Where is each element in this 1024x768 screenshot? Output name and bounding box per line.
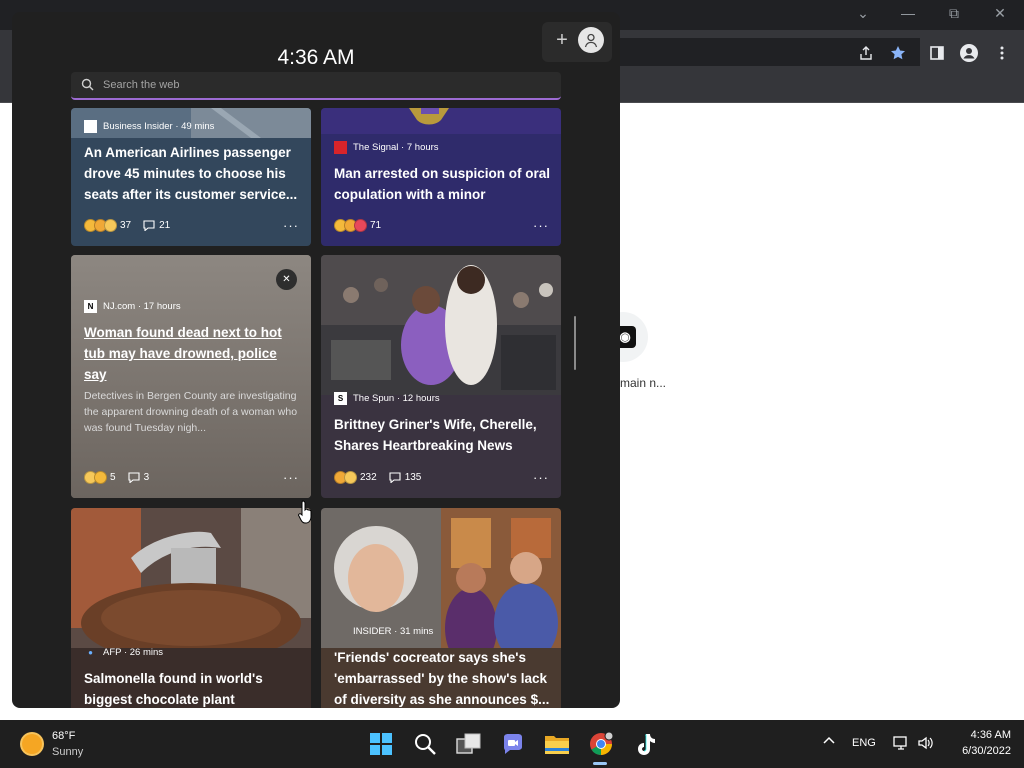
chrome-icon[interactable] [586,729,616,759]
chrome-menu-icon[interactable] [991,42,1013,64]
weather-temperature[interactable]: 68°F [52,730,75,742]
taskbar-clock-time[interactable]: 4:36 AM [955,729,1011,741]
teams-chat-icon[interactable] [498,729,528,759]
comment-icon [389,471,401,483]
card-source: S The Spun · 12 hours [334,391,440,405]
card-headline[interactable]: An American Airlines passenger drove 45 … [84,142,302,205]
card-headline[interactable]: Woman found dead next to hot tub may hav… [84,322,302,385]
weather-condition[interactable]: Sunny [52,746,83,758]
share-icon[interactable] [855,42,877,64]
card-headline[interactable]: Brittney Griner's Wife, Cherelle, Shares… [334,414,552,456]
more-options-button[interactable]: ··· [533,218,549,233]
file-explorer-icon[interactable] [542,729,572,759]
widgets-panel: 4:36 AM + Business Insider · 49 mins An … [12,12,620,708]
widgets-clock: 4:36 AM [277,46,355,69]
comment-button[interactable]: 21 [143,220,170,231]
comment-button[interactable]: 135 [389,471,421,483]
dismiss-card-button[interactable]: ✕ [276,269,297,290]
reaction-bar[interactable]: 37 21 [84,217,170,233]
afp-logo: ● [88,647,93,657]
card-headline[interactable]: Salmonella found in world's biggest choc… [84,668,302,708]
comment-icon [128,471,140,483]
card-image [321,108,561,134]
show-hidden-icons-icon[interactable] [822,734,836,751]
news-card[interactable]: S The Spun · 12 hours Brittney Griner's … [321,255,561,498]
card-headline[interactable]: 'Friends' cocreator says she's 'embarras… [334,647,552,708]
feed-scrollbar[interactable] [574,316,576,370]
hand-cursor-icon [298,500,312,524]
input-language[interactable]: ENG [852,737,876,749]
more-options-button[interactable]: ··· [533,470,549,485]
card-source: ● AFP · 26 mins [84,645,163,659]
side-panel-icon[interactable] [926,42,948,64]
task-view-icon[interactable] [454,729,484,759]
more-options-button[interactable]: ··· [283,218,299,233]
njcom-logo: N [84,299,97,313]
profile-icon[interactable] [958,42,980,64]
network-icon[interactable] [893,735,909,754]
sun-icon[interactable] [22,734,42,754]
news-card[interactable]: ✕ N NJ.com · 17 hours Woman found dead n… [71,255,311,498]
close-icon[interactable]: ✕ [990,5,1010,22]
comment-button[interactable]: 3 [128,471,149,483]
search-input[interactable] [103,76,543,94]
emoji-surprised-icon [104,218,117,232]
the-signal-logo [334,140,347,154]
bookmark-star-icon[interactable] [887,42,909,64]
card-image [321,255,561,395]
news-card[interactable]: INSIDER · 31 mins 'Friends' cocreator sa… [321,508,561,708]
search-icon[interactable] [410,729,440,759]
restore-icon[interactable]: ⧉ [944,5,964,22]
add-widget-button[interactable]: + [552,30,572,50]
emoji-heart-icon [354,218,367,232]
user-avatar-button[interactable] [578,27,604,53]
news-card[interactable]: ● AFP · 26 mins Salmonella found in worl… [71,508,311,708]
emoji-surprised-icon [344,470,357,484]
card-summary: Detectives in Bergen County are investig… [84,390,298,434]
news-feed: Business Insider · 49 mins An American A… [12,108,620,708]
reaction-bar[interactable]: 5 3 [84,469,149,485]
comment-icon [143,219,155,231]
news-card[interactable]: The Signal · 7 hours Man arrested on sus… [321,108,561,246]
search-icon [81,78,94,91]
reaction-bar[interactable]: 232 135 [334,469,421,485]
shortcut-label[interactable]: main n... [620,376,666,390]
tab-search-icon[interactable]: ⌄ [853,5,873,22]
active-app-indicator [593,762,607,765]
web-search-box[interactable] [71,72,561,100]
the-spun-logo: S [334,391,347,405]
news-card[interactable]: Business Insider · 49 mins An American A… [71,108,311,246]
card-source: INSIDER · 31 mins [334,624,433,638]
card-headline[interactable]: Man arrested on suspicion of oral copula… [334,163,552,205]
card-source: N NJ.com · 17 hours [84,299,181,313]
card-source: The Signal · 7 hours [334,140,439,154]
emoji-surprised-icon [94,470,107,484]
tiktok-icon[interactable] [630,729,660,759]
user-icon [584,33,598,48]
insider-logo [334,625,347,638]
taskbar-clock-date[interactable]: 6/30/2022 [945,745,1011,757]
business-insider-logo [84,119,97,133]
minimize-icon[interactable]: — [898,5,918,21]
volume-icon[interactable] [917,735,935,754]
windows-start-icon[interactable] [366,729,396,759]
card-source: Business Insider · 49 mins [84,119,214,133]
more-options-button[interactable]: ··· [283,470,299,485]
reaction-bar[interactable]: 71 [334,217,381,233]
